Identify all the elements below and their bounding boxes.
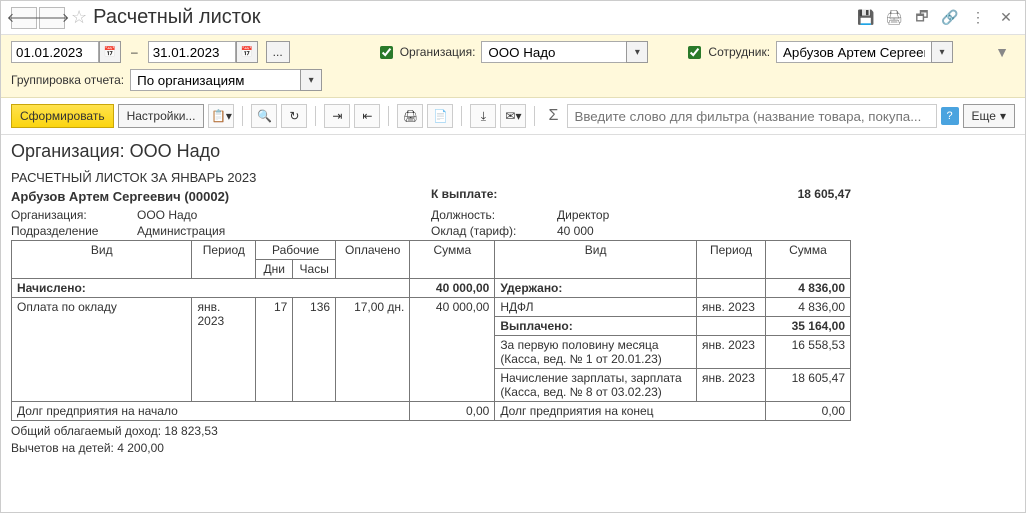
emp-dropdown-button[interactable]: ▾	[931, 41, 953, 63]
org-headline: Организация: ООО Надо	[11, 141, 1015, 162]
org-checkbox[interactable]	[380, 46, 393, 59]
period-line: РАСЧЕТНЫЙ ЛИСТОК ЗА ЯНВАРЬ 2023	[11, 170, 1015, 185]
calendar-to-button[interactable]: 📅	[236, 41, 258, 63]
form-button[interactable]: Сформировать	[11, 104, 114, 128]
child-deductions: Вычетов на детей: 4 200,00	[11, 441, 1015, 455]
copy-settings-button[interactable]: 📋▾	[208, 104, 234, 128]
help-button[interactable]: ?	[941, 107, 959, 125]
date-to-input[interactable]	[148, 41, 236, 63]
report-area: Организация: ООО Надо РАСЧЕТНЫЙ ЛИСТОК З…	[1, 135, 1025, 512]
preview-icon[interactable]: 🗗	[913, 9, 931, 27]
date-from-input[interactable]	[11, 41, 99, 63]
save-icon[interactable]: 💾	[857, 9, 875, 27]
expand-button[interactable]: ⇥	[324, 104, 350, 128]
page-setup-button[interactable]: 📄	[427, 104, 453, 128]
org-filter-check[interactable]: Организация:	[376, 43, 476, 62]
send-mail-button[interactable]: ✉▾	[500, 104, 526, 128]
org-dropdown-button[interactable]: ▾	[626, 41, 648, 63]
group-select[interactable]	[130, 69, 300, 91]
emp-filter-check[interactable]: Сотрудник:	[684, 43, 770, 62]
pay-value: 18 605,47	[798, 187, 851, 206]
date-dash: –	[131, 45, 138, 59]
org-select[interactable]	[481, 41, 626, 63]
close-icon[interactable]: ✕	[997, 9, 1015, 27]
nav-forward-button[interactable]: 🡒	[39, 7, 65, 29]
payroll-table: Вид Период Рабочие Оплачено Сумма Вид Пе…	[11, 240, 851, 421]
favorite-star-icon[interactable]: ☆	[71, 7, 87, 28]
emp-select[interactable]	[776, 41, 931, 63]
page-title: Расчетный листок	[93, 6, 857, 29]
zoom-button[interactable]: 🔍	[251, 104, 277, 128]
group-dropdown-button[interactable]: ▾	[300, 69, 322, 91]
emp-checkbox[interactable]	[688, 46, 701, 59]
calendar-from-button[interactable]: 📅	[99, 41, 121, 63]
group-label: Группировка отчета:	[11, 73, 124, 87]
filter-input[interactable]	[567, 104, 936, 128]
emp-label: Сотрудник:	[708, 45, 770, 59]
taxable-income: Общий облагаемый доход: 18 823,53	[11, 424, 1015, 438]
funnel-icon[interactable]: ▼	[989, 44, 1015, 60]
settings-button[interactable]: Настройки...	[118, 104, 205, 128]
employee-line: Арбузов Артем Сергеевич (00002)	[11, 189, 431, 204]
link-icon[interactable]: 🔗	[941, 9, 959, 27]
org-label: Организация:	[400, 45, 476, 59]
date-more-button[interactable]: ...	[266, 41, 290, 63]
print-icon[interactable]: 🖨	[885, 9, 903, 27]
more-button[interactable]: Еще ▾	[963, 104, 1015, 128]
refresh-button[interactable]: ↻	[281, 104, 307, 128]
print-button[interactable]: 🖨	[397, 104, 423, 128]
save-as-button[interactable]: ⤓	[470, 104, 496, 128]
nav-back-button[interactable]: 🡐	[11, 7, 37, 29]
collapse-button[interactable]: ⇤	[354, 104, 380, 128]
sigma-icon: Σ	[543, 107, 563, 125]
pay-label: К выплате:	[431, 187, 497, 206]
more-vertical-icon[interactable]: ⋮	[969, 9, 987, 27]
